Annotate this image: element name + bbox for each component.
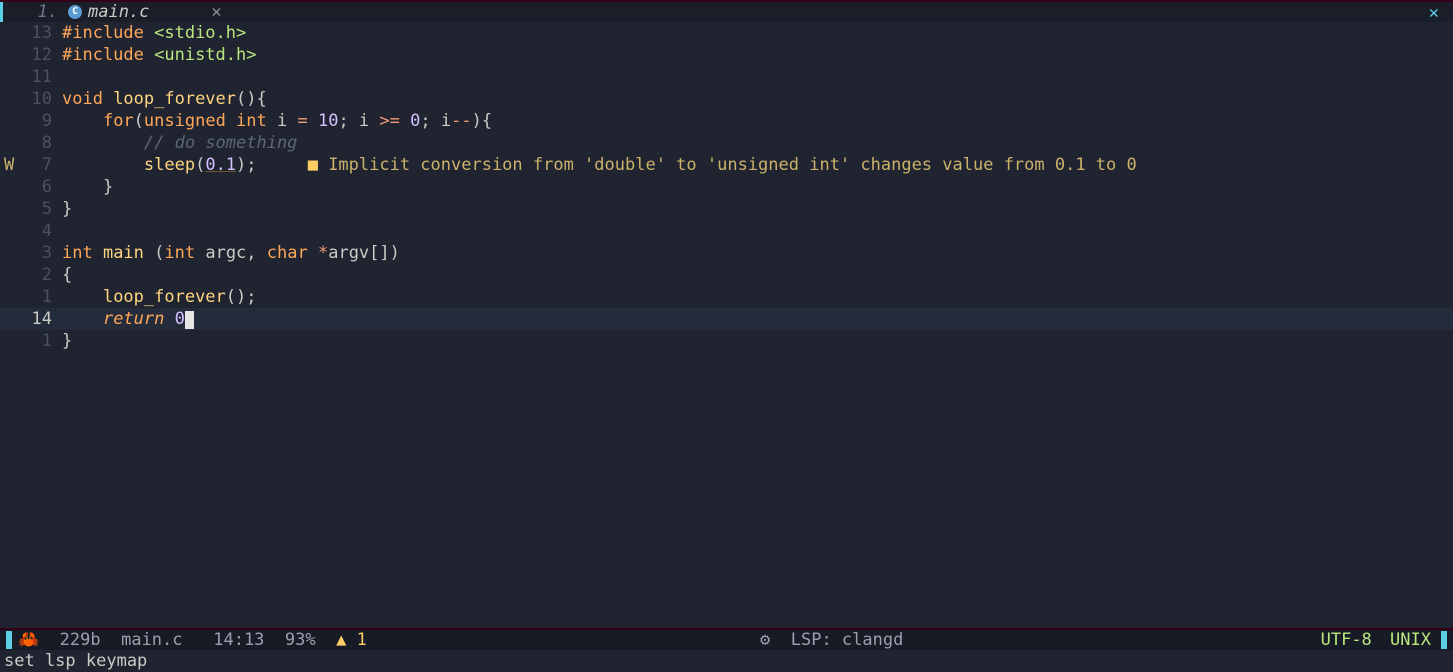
line-number: 5 [18,198,62,220]
code-line[interactable]: 1} [0,330,1453,352]
status-end-bar [1441,631,1447,649]
code-text: } [62,198,72,220]
tab-filename: main.c [88,1,149,23]
status-right: UTF-8 UNIX [1321,629,1447,651]
sign-column [0,286,18,308]
mode-indicator [6,631,12,649]
gear-icon: ⚙ [760,630,770,650]
line-number: 13 [18,22,62,44]
sign-column [0,132,18,154]
code-line[interactable]: 1 loop_forever(); [0,286,1453,308]
line-number: 4 [18,220,62,242]
code-text: } [62,330,72,352]
warning-icon: ▲ [336,630,346,650]
code-line[interactable]: 2{ [0,264,1453,286]
status-warning[interactable]: ▲ 1 [316,629,367,651]
status-percent: 93% [264,629,315,651]
code-editor[interactable]: 13#include <stdio.h>12#include <unistd.h… [0,22,1453,352]
sign-column [0,308,18,330]
code-text: #include <unistd.h> [62,44,256,66]
code-line[interactable]: 4 [0,220,1453,242]
sign-column [0,44,18,66]
tab-close-icon[interactable]: ✕ [211,1,221,23]
status-cursor-pos: 14:13 [183,629,265,651]
status-line-ending: UNIX [1390,629,1431,651]
code-text: sleep(0.1); ■ Implicit conversion from '… [62,154,1137,176]
line-number: 9 [18,110,62,132]
line-number: 2 [18,264,62,286]
status-bar: 🦀 229b main.c 14:13 93% ▲ 1 ⚙ LSP: clang… [0,628,1453,650]
code-line[interactable]: 13#include <stdio.h> [0,22,1453,44]
sign-column [0,176,18,198]
sign-column [0,220,18,242]
code-text: loop_forever(); [62,286,257,308]
sign-column [0,198,18,220]
line-number: 8 [18,132,62,154]
sign-column: W [0,154,18,176]
line-number: 12 [18,44,62,66]
sign-column [0,330,18,352]
code-line[interactable]: 8 // do something [0,132,1453,154]
code-line[interactable]: 12#include <unistd.h> [0,44,1453,66]
status-lsp: ⚙ LSP: clangd [760,629,903,651]
line-number: 10 [18,88,62,110]
command-text: set lsp keymap [4,650,147,672]
code-text: #include <stdio.h> [62,22,246,44]
code-line[interactable]: 10void loop_forever(){ [0,88,1453,110]
code-text: int main (int argc, char *argv[]) [62,242,400,264]
code-text: // do something [62,132,297,154]
sign-column [0,264,18,286]
code-line[interactable]: 14 return 0 [0,308,1453,330]
line-number: 1 [18,330,62,352]
code-line[interactable]: 6 } [0,176,1453,198]
line-number: 14 [18,308,62,330]
cursor [185,311,194,329]
line-number: 11 [18,66,62,88]
code-text: { [62,264,72,286]
code-line[interactable]: 5} [0,198,1453,220]
code-line[interactable]: 9 for(unsigned int i = 10; i >= 0; i--){ [0,110,1453,132]
sign-column [0,88,18,110]
line-number: 6 [18,176,62,198]
sign-column [0,242,18,264]
line-number: 1 [18,286,62,308]
code-text: for(unsigned int i = 10; i >= 0; i--){ [62,110,492,132]
tab-bar: 1. C main.c ✕ ✕ [0,0,1453,22]
status-file-size: 229b [39,629,100,651]
status-filename: main.c [101,629,183,651]
code-line[interactable]: W7 sleep(0.1); ■ Implicit conversion fro… [0,154,1453,176]
sign-column [0,22,18,44]
sign-column [0,66,18,88]
c-file-icon: C [68,5,82,19]
code-text: return 0 [62,308,1453,330]
line-number: 3 [18,242,62,264]
pane-close-icon[interactable]: ✕ [1429,2,1439,24]
sign-column [0,110,18,132]
tab-main-c[interactable]: C main.c ✕ [62,1,228,23]
code-text: } [62,176,113,198]
command-line[interactable]: set lsp keymap [0,650,1453,672]
line-number: 7 [18,154,62,176]
code-line[interactable]: 11 [0,66,1453,88]
rust-crab-icon: 🦀 [18,629,39,651]
code-text: void loop_forever(){ [62,88,267,110]
status-encoding: UTF-8 [1321,629,1372,651]
tab-number: 1. [0,2,62,22]
code-line[interactable]: 3int main (int argc, char *argv[]) [0,242,1453,264]
